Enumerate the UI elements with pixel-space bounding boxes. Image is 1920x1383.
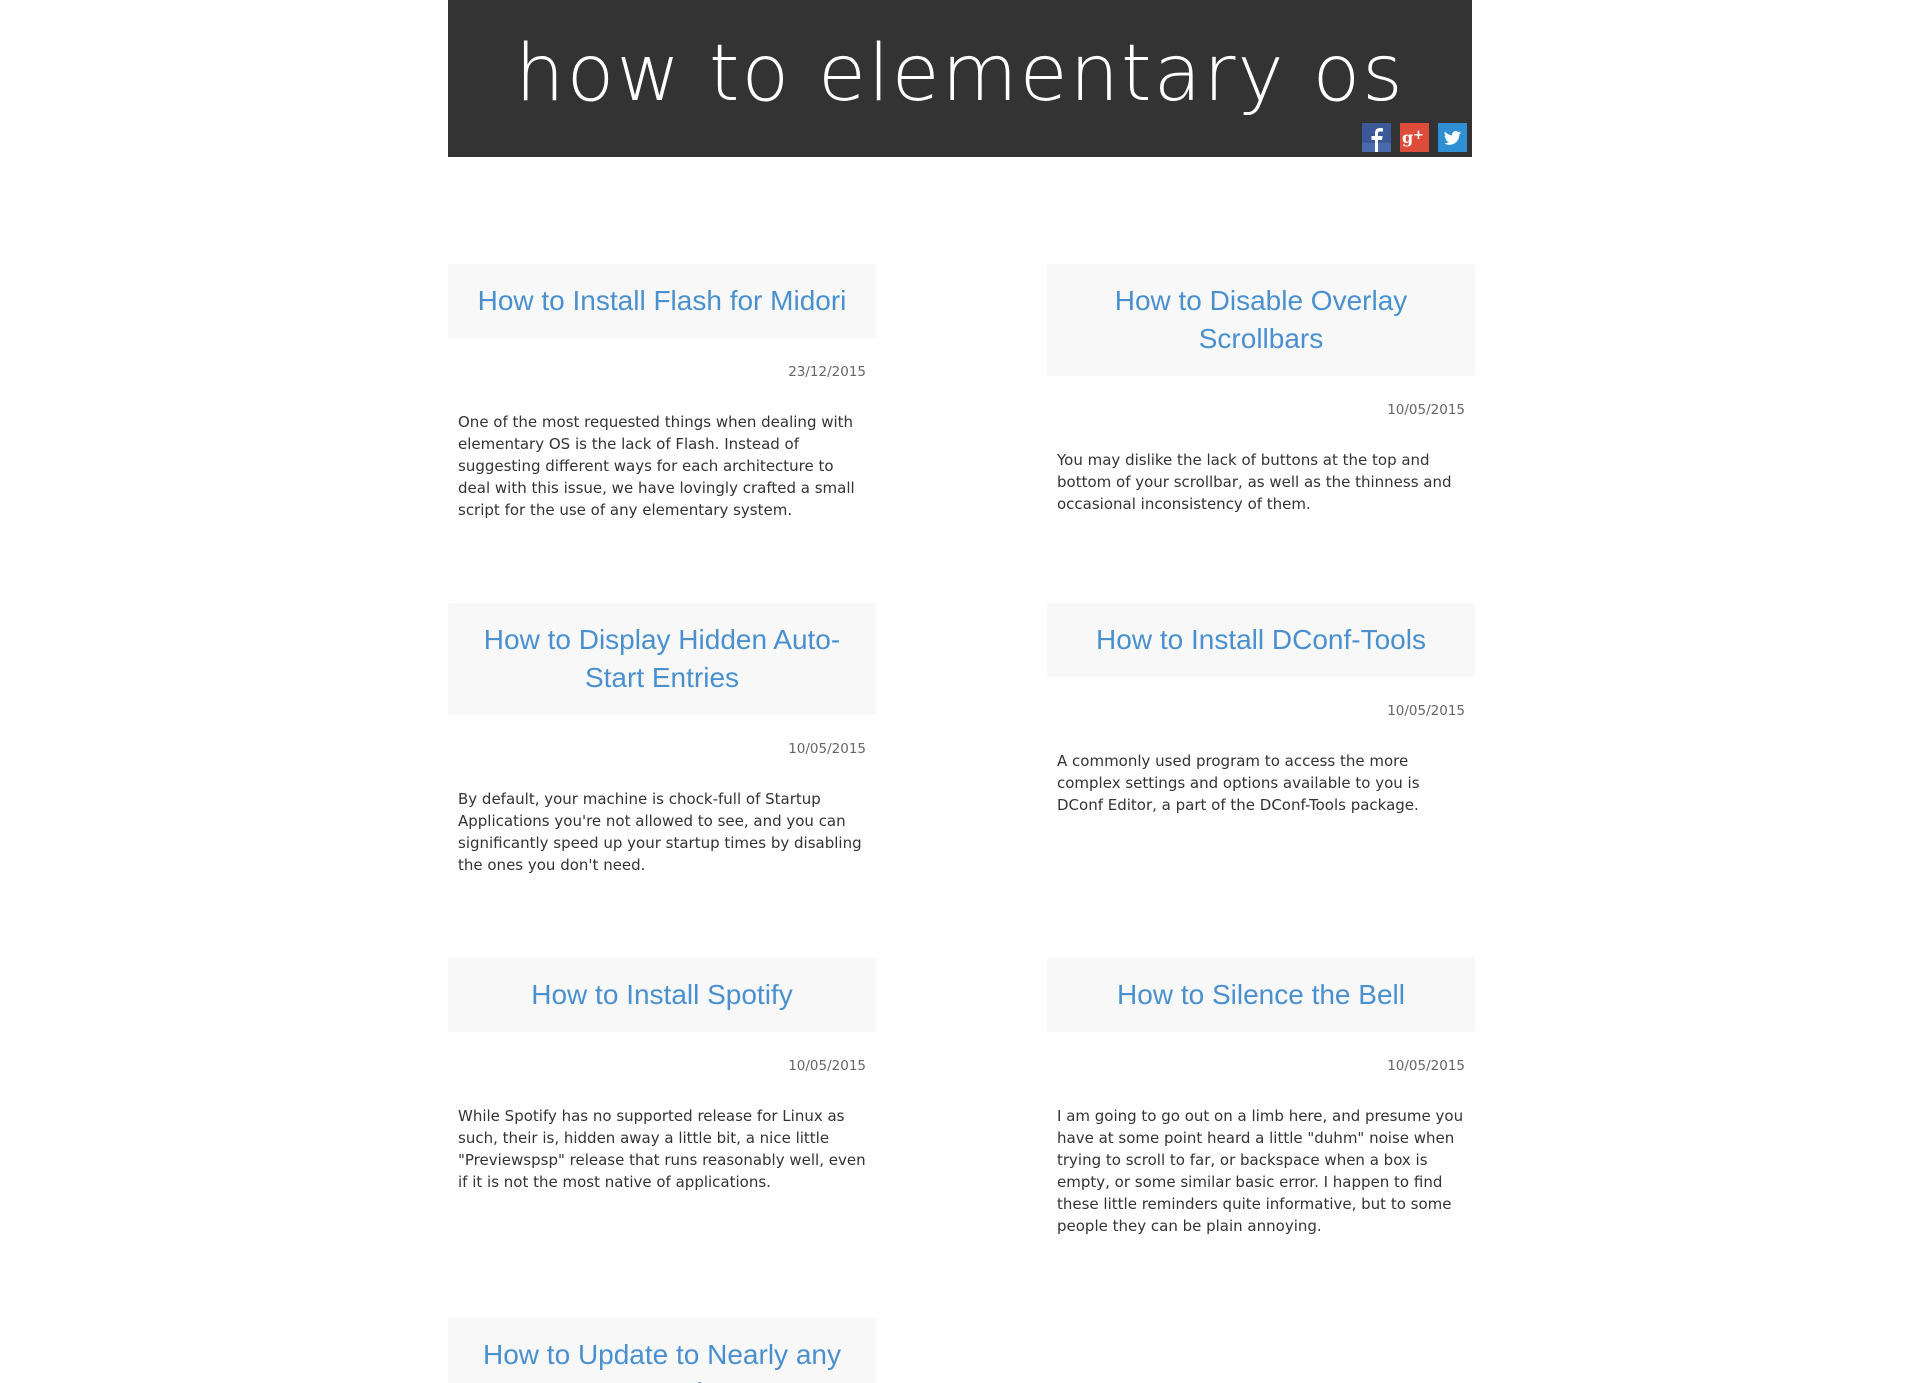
- site-title[interactable]: how to elementary os: [448, 24, 1472, 124]
- post-title-link[interactable]: How to Silence the Bell: [1117, 979, 1405, 1010]
- post-excerpt: One of the most requested things when de…: [458, 413, 855, 519]
- post-title-link[interactable]: How to Disable Overlay Scrollbars: [1115, 285, 1408, 354]
- post-card: How to Display Hidden Auto-Start Entries…: [448, 603, 876, 876]
- google-plus-icon: g +: [1400, 123, 1429, 152]
- svg-text:+: +: [1413, 128, 1424, 143]
- post-card: How to Silence the Bell 10/05/2015 I am …: [1047, 958, 1475, 1237]
- post-date: 23/12/2015: [788, 364, 866, 380]
- post-date: 10/05/2015: [788, 1058, 866, 1074]
- post-header: How to Silence the Bell: [1047, 958, 1475, 1032]
- post-header: How to Install Spotify: [448, 958, 876, 1032]
- google-plus-share-button[interactable]: g +: [1400, 123, 1429, 152]
- post-header: How to Update to Nearly any Kernel: [448, 1318, 876, 1383]
- post-excerpt: While Spotify has no supported release f…: [458, 1107, 866, 1191]
- post-excerpt: I am going to go out on a limb here, and…: [1057, 1107, 1464, 1235]
- post-title-link[interactable]: How to Display Hidden Auto-Start Entries: [484, 624, 840, 693]
- facebook-icon: [1362, 123, 1391, 152]
- post-header: How to Install DConf-Tools: [1047, 603, 1475, 677]
- post-card: How to Disable Overlay Scrollbars 10/05/…: [1047, 264, 1475, 515]
- post-date: 10/05/2015: [1387, 703, 1465, 719]
- post-title-link[interactable]: How to Install Spotify: [531, 979, 792, 1010]
- post-card: How to Update to Nearly any Kernel: [448, 1318, 876, 1383]
- post-title-link[interactable]: How to Install Flash for Midori: [478, 285, 847, 316]
- social-links: g +: [1362, 123, 1467, 152]
- post-excerpt: You may dislike the lack of buttons at t…: [1057, 451, 1452, 513]
- post-date: 10/05/2015: [1387, 1058, 1465, 1074]
- post-card: How to Install Flash for Midori 23/12/20…: [448, 264, 876, 521]
- post-card: How to Install Spotify 10/05/2015 While …: [448, 958, 876, 1193]
- post-title-link[interactable]: How to Update to Nearly any Kernel: [483, 1339, 841, 1383]
- post-date: 10/05/2015: [788, 741, 866, 757]
- site-header: how to elementary os g +: [448, 0, 1472, 157]
- post-excerpt: A commonly used program to access the mo…: [1057, 752, 1420, 814]
- post-excerpt: By default, your machine is chock-full o…: [458, 790, 862, 874]
- twitter-icon: [1438, 123, 1467, 152]
- post-card: How to Install DConf-Tools 10/05/2015 A …: [1047, 603, 1475, 816]
- post-title-link[interactable]: How to Install DConf-Tools: [1096, 624, 1426, 655]
- twitter-share-button[interactable]: [1438, 123, 1467, 152]
- post-date: 10/05/2015: [1387, 402, 1465, 418]
- post-header: How to Display Hidden Auto-Start Entries: [448, 603, 876, 715]
- post-header: How to Disable Overlay Scrollbars: [1047, 264, 1475, 376]
- facebook-share-button[interactable]: [1362, 123, 1391, 152]
- svg-text:g: g: [1402, 128, 1413, 147]
- post-header: How to Install Flash for Midori: [448, 264, 876, 338]
